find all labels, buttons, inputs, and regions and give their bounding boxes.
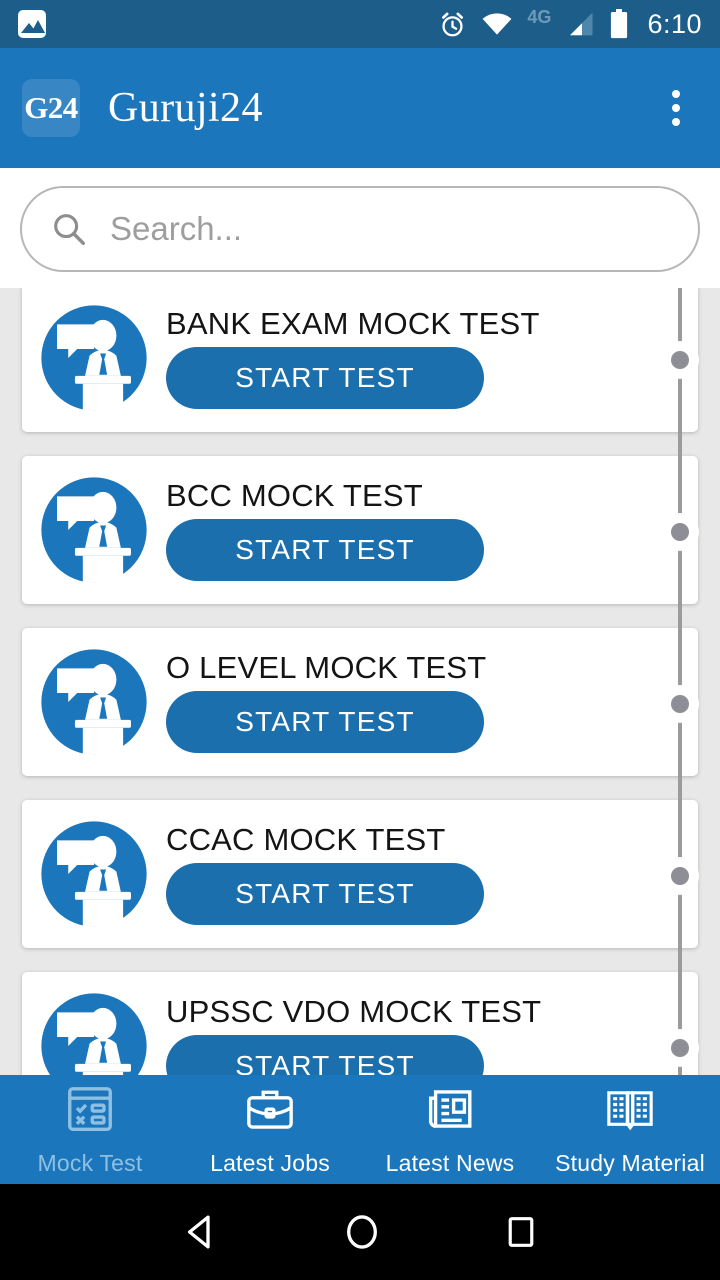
mock-test-card[interactable]: CCAC MOCK TEST START TEST [22, 800, 698, 948]
card-title: UPSSC VDO MOCK TEST [166, 993, 542, 1029]
quiz-checklist-icon [63, 1082, 117, 1141]
timeline-dot-icon[interactable] [661, 685, 699, 723]
speaker-podium-icon [41, 649, 147, 755]
card-title: O LEVEL MOCK TEST [166, 649, 487, 685]
mock-test-card[interactable]: UPSSC VDO MOCK TEST START TEST [22, 972, 698, 1075]
app-title: Guruji24 [108, 85, 263, 131]
search-input[interactable]: Search... [20, 186, 700, 272]
timeline-dot-icon[interactable] [661, 513, 699, 551]
bottom-nav-item-mock-test[interactable]: Mock Test [0, 1082, 180, 1177]
photo-icon [18, 10, 46, 38]
app-logo: G24 [22, 79, 80, 137]
start-test-button[interactable]: START TEST [166, 691, 484, 754]
card-title: BCC MOCK TEST [166, 477, 423, 513]
network-type-label: 4G [527, 6, 552, 27]
status-bar-system-icons: 4G 6:10 [438, 6, 702, 40]
speaker-podium-icon [41, 477, 147, 583]
timeline-dot-icon[interactable] [661, 1029, 699, 1067]
card-title: BANK EXAM MOCK TEST [166, 305, 540, 341]
start-test-button[interactable]: START TEST [166, 347, 484, 410]
start-test-button[interactable]: START TEST [166, 519, 484, 582]
card-icon [38, 302, 150, 414]
card-icon [38, 474, 150, 586]
start-test-button[interactable]: START TEST [166, 1035, 484, 1075]
bottom-nav-label: Study Material [555, 1150, 705, 1176]
scroll-timeline[interactable] [661, 288, 699, 1075]
card-body: UPSSC VDO MOCK TEST START TEST [166, 993, 682, 1075]
mock-test-card[interactable]: BCC MOCK TEST START TEST [22, 456, 698, 604]
cellular-signal-icon [570, 12, 593, 36]
bottom-navigation: Mock Test Latest Jobs Latest News Study … [0, 1075, 720, 1184]
card-icon [38, 990, 150, 1075]
search-icon [54, 214, 85, 245]
alarm-clock-icon [442, 12, 464, 36]
card-title: CCAC MOCK TEST [166, 821, 446, 857]
card-body: BCC MOCK TEST START TEST [166, 477, 682, 582]
app-screen: 4G 6:10 G24 Guruji24 Search... BANK EXAM… [0, 0, 720, 1280]
card-body: BANK EXAM MOCK TEST START TEST [166, 305, 682, 410]
card-icon [38, 646, 150, 758]
status-bar-clock: 6:10 [647, 8, 702, 39]
bottom-nav-label: Mock Test [37, 1150, 143, 1176]
back-triangle-icon[interactable] [180, 1211, 222, 1253]
bottom-nav-label: Latest Jobs [210, 1150, 330, 1176]
mock-test-card[interactable]: BANK EXAM MOCK TEST START TEST [22, 288, 698, 432]
battery-icon [611, 9, 628, 39]
briefcase-icon [243, 1082, 297, 1141]
search-placeholder: Search... [110, 210, 243, 247]
search-section: Search... [0, 168, 720, 292]
speaker-podium-icon [41, 821, 147, 927]
android-system-nav [0, 1184, 720, 1280]
card-body: CCAC MOCK TEST START TEST [166, 821, 682, 926]
speaker-podium-icon [41, 993, 147, 1075]
card-body: O LEVEL MOCK TEST START TEST [166, 649, 682, 754]
recents-square-icon[interactable] [502, 1213, 540, 1251]
bottom-nav-label: Latest News [385, 1150, 515, 1176]
speaker-podium-icon [41, 305, 147, 411]
timeline-dot-icon[interactable] [661, 857, 699, 895]
bottom-nav-item-study-material[interactable]: Study Material [540, 1082, 720, 1177]
status-bar: 4G 6:10 [0, 0, 720, 48]
status-bar-notifications [18, 10, 46, 38]
newspaper-icon [423, 1082, 477, 1141]
bottom-nav-item-latest-news[interactable]: Latest News [360, 1082, 540, 1177]
home-circle-icon[interactable] [341, 1211, 383, 1253]
bottom-nav-item-latest-jobs[interactable]: Latest Jobs [180, 1082, 360, 1177]
card-icon [38, 818, 150, 930]
wifi-icon [483, 13, 512, 35]
more-vertical-icon[interactable] [654, 84, 698, 132]
mock-test-list[interactable]: BANK EXAM MOCK TEST START TEST BCC MOCK … [0, 288, 720, 1075]
start-test-button[interactable]: START TEST [166, 863, 484, 926]
timeline-dot-icon[interactable] [661, 341, 699, 379]
open-book-icon [603, 1082, 657, 1141]
mock-test-card[interactable]: O LEVEL MOCK TEST START TEST [22, 628, 698, 776]
app-bar: G24 Guruji24 [0, 48, 720, 168]
